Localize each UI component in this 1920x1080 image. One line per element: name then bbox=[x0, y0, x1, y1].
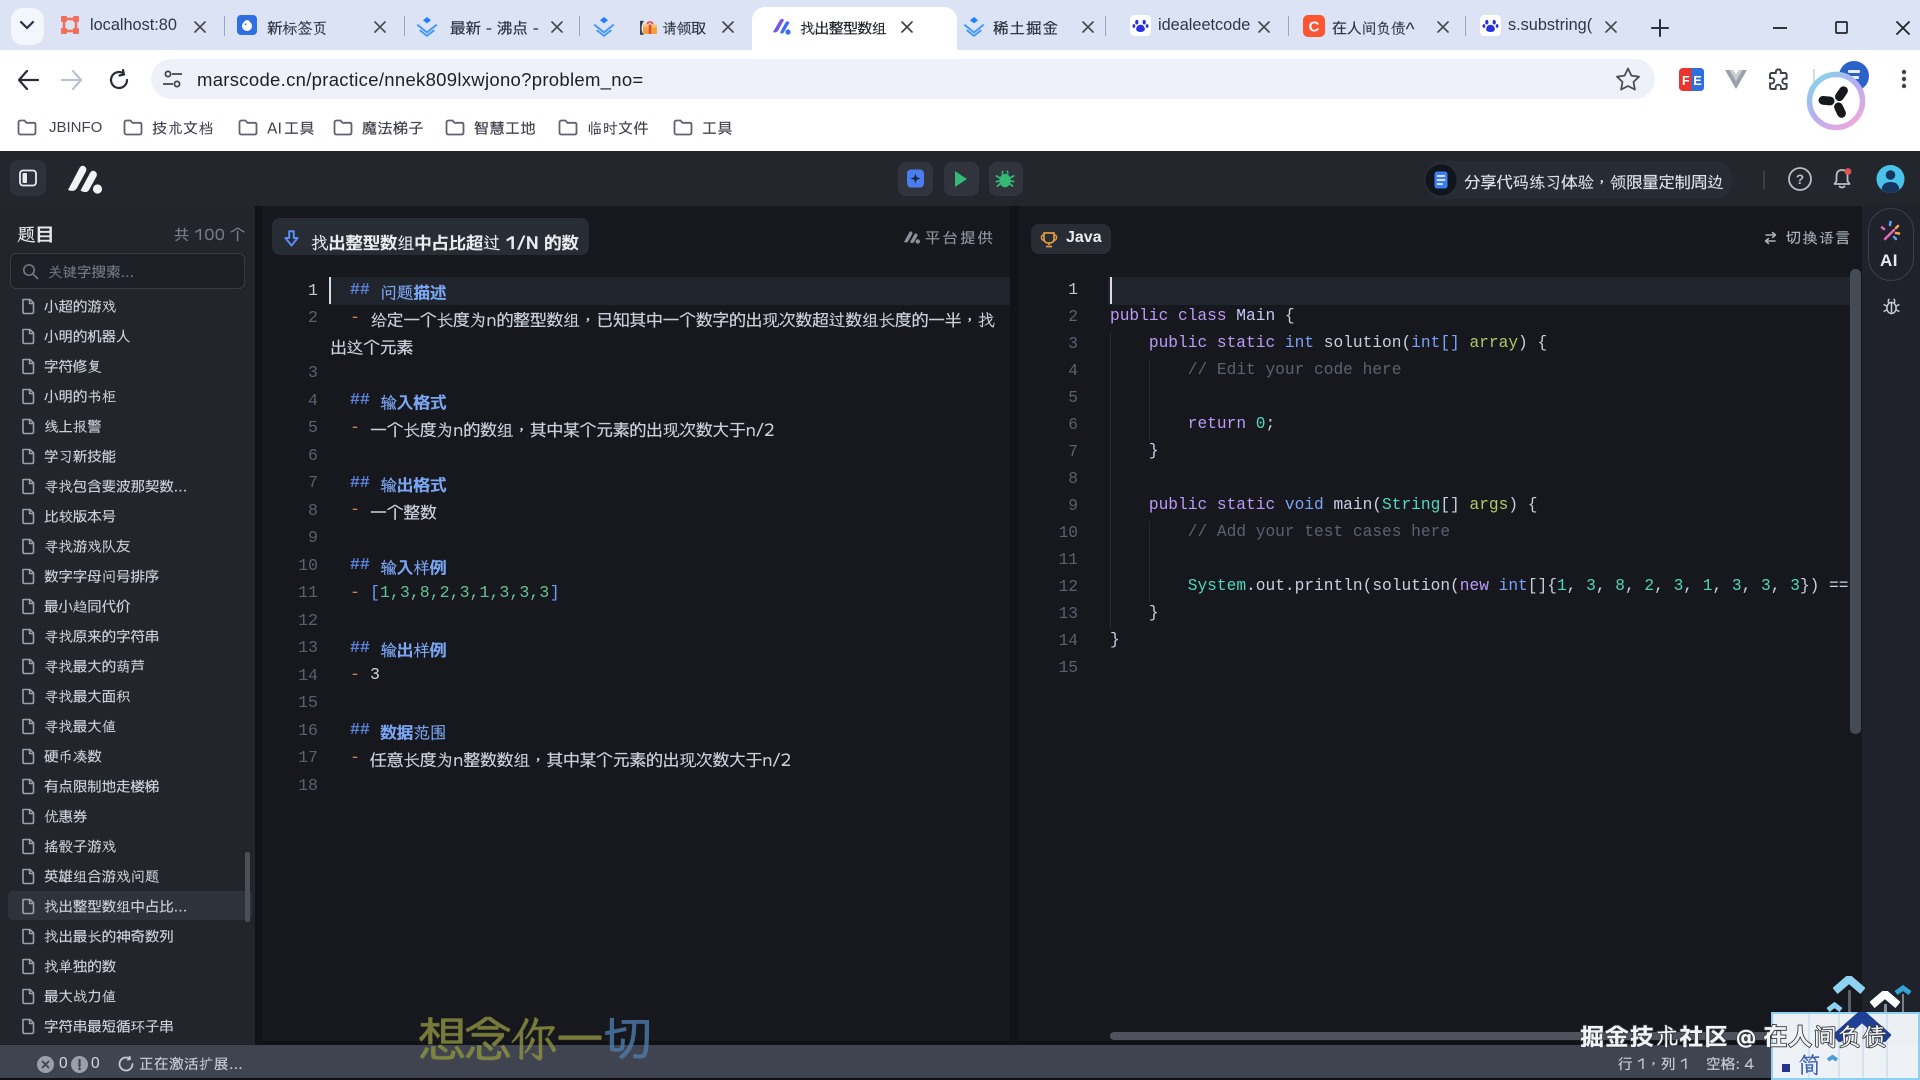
svg-text:F: F bbox=[1682, 74, 1690, 88]
svg-text:E: E bbox=[1693, 74, 1701, 88]
svg-text:?: ? bbox=[1796, 172, 1804, 187]
svg-text:C: C bbox=[1309, 19, 1320, 36]
